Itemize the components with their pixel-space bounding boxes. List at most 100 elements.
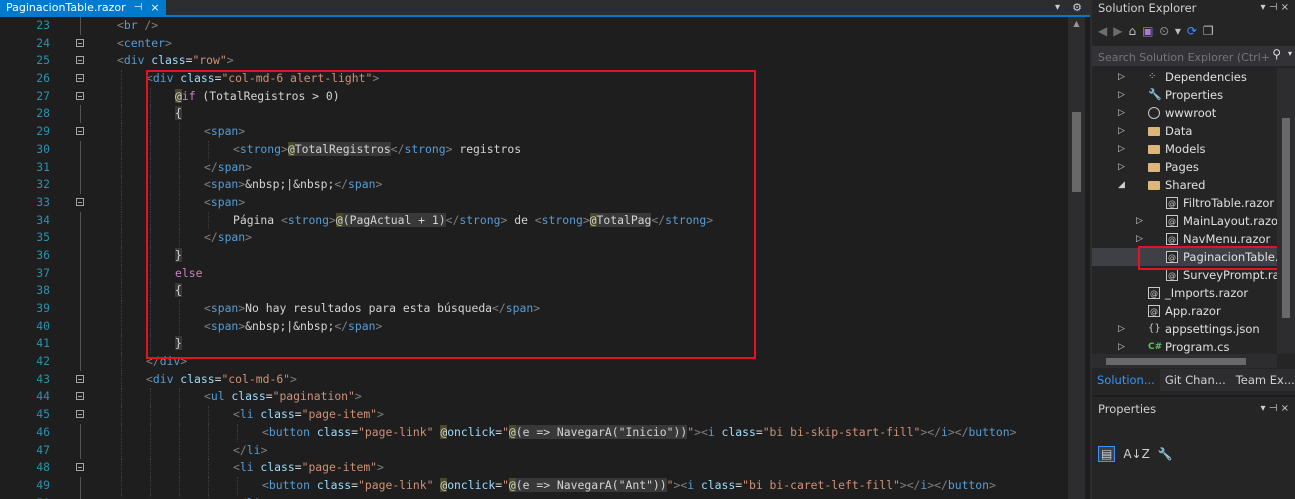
code-line[interactable]: 48 <li class="page-item">	[0, 459, 1090, 477]
collapse-icon[interactable]	[76, 410, 84, 419]
tree-vertical-scrollbar[interactable]	[1277, 68, 1295, 354]
panel-window-controls[interactable]: ▾ ⊣ ×	[1261, 397, 1289, 421]
tree-item[interactable]: ▷ Pages	[1092, 158, 1277, 176]
code-text[interactable]: <div class="col-md-6">	[146, 371, 297, 389]
gear-icon[interactable]: ⚙	[1072, 0, 1082, 15]
tab-team-ex[interactable]: Team Ex...	[1231, 369, 1295, 391]
tree-horizontal-scrollbar[interactable]	[1092, 354, 1277, 368]
solution-tree[interactable]: ▷ ⁘ Dependencies ▷ 🔧 Properties ▷ wwwroot ▷ Data ▷…	[1092, 68, 1277, 354]
code-line[interactable]: 46 <button class="page-link" @onclick="@(…	[0, 423, 1090, 442]
editor-tab-active[interactable]: PaginacionTable.razor ⊣ ×	[0, 0, 166, 15]
tree-item[interactable]: _Imports.razor	[1092, 284, 1277, 303]
collapsed-arrow-icon[interactable]: ▷	[1136, 212, 1143, 230]
collapsed-arrow-icon[interactable]: ▷	[1118, 140, 1125, 158]
collapsed-arrow-icon[interactable]: ▷	[1118, 158, 1125, 176]
home-icon[interactable]: ⌂	[1128, 24, 1136, 38]
tab-git-chan[interactable]: Git Chan...	[1160, 369, 1231, 391]
tree-item[interactable]: ▷ 🔧 Properties	[1092, 86, 1277, 104]
code-line[interactable]: 49 <button class="page-link" @onclick="@(…	[0, 476, 1090, 495]
collapsed-arrow-icon[interactable]: ▷	[1118, 122, 1125, 140]
collapse-icon[interactable]	[76, 197, 84, 206]
scrollbar-thumb[interactable]	[1282, 118, 1290, 318]
tree-item[interactable]: ▷ Models	[1092, 140, 1277, 158]
search-box[interactable]: ⚲ ▾	[1092, 46, 1295, 66]
code-token: div	[152, 371, 174, 386]
pending-changes-icon[interactable]: ⏲	[1159, 24, 1168, 39]
collapse-all-icon[interactable]: ❐	[1203, 24, 1214, 38]
code-token: />	[137, 18, 159, 32]
code-line[interactable]: 25 <div class="row">	[0, 52, 1090, 70]
scroll-up-icon[interactable]: ▲	[1068, 17, 1085, 31]
code-text[interactable]: <br />	[117, 17, 158, 35]
code-line[interactable]: 45 <li class="page-item">	[0, 406, 1090, 424]
line-number: 23	[36, 18, 50, 32]
collapsed-arrow-icon[interactable]: ▷	[1118, 68, 1125, 86]
code-line[interactable]: 43 <div class="col-md-6">	[0, 370, 1090, 389]
indent-guide	[121, 176, 123, 194]
code-text[interactable]: </li>	[233, 442, 267, 460]
search-input[interactable]	[1096, 48, 1272, 66]
code-line[interactable]: 24 <center>	[0, 35, 1090, 53]
tree-item-label: Data	[1165, 124, 1193, 138]
tree-item[interactable]: App.razor	[1092, 302, 1277, 321]
chevron-down-icon[interactable]: ▾	[1175, 24, 1181, 38]
tree-item[interactable]: ▷ wwwroot	[1092, 104, 1277, 122]
back-icon[interactable]: ◀	[1098, 24, 1107, 38]
tree-item[interactable]: ▷ MainLayout.razor	[1092, 212, 1277, 231]
editor-vertical-scrollbar[interactable]: ▲	[1068, 17, 1085, 499]
tree-item[interactable]: ▷ C# Program.cs	[1092, 338, 1277, 354]
refresh-icon[interactable]: ⟳	[1187, 24, 1197, 38]
scrollbar-thumb[interactable]	[1072, 112, 1081, 192]
search-icon[interactable]: ⚲	[1272, 47, 1281, 61]
pin-icon[interactable]: ⊣	[134, 0, 143, 15]
collapsed-arrow-icon[interactable]: ▷	[1118, 104, 1125, 122]
code-token: "page-item"	[301, 460, 378, 475]
collapse-icon[interactable]	[76, 74, 84, 83]
code-text[interactable]: <li class="page-item">	[233, 406, 384, 424]
panel-window-controls[interactable]: ▾ ⊣ ×	[1261, 0, 1289, 16]
collapse-icon[interactable]	[76, 91, 84, 100]
fold-guide	[80, 353, 81, 371]
code-text[interactable]: <center>	[117, 35, 172, 53]
tree-item[interactable]: FiltroTable.razor	[1092, 194, 1277, 213]
tab-title[interactable]: PaginacionTable.razor	[6, 0, 126, 15]
collapse-icon[interactable]	[76, 392, 84, 401]
alphabetical-icon[interactable]: A↓Z	[1123, 447, 1149, 461]
code-line[interactable]: 23 <br />	[0, 17, 1090, 35]
code-line[interactable]: 47 </li>	[0, 441, 1090, 460]
code-token: button	[268, 477, 311, 492]
tree-item[interactable]: ▷ ⁘ Dependencies	[1092, 68, 1277, 86]
categorized-icon[interactable]: ▤	[1098, 446, 1116, 462]
expanded-arrow-icon[interactable]: ◢	[1118, 176, 1125, 194]
indent-guide	[121, 459, 123, 477]
code-text[interactable]: <li class="page-item">	[233, 459, 384, 477]
collapse-icon[interactable]	[76, 127, 84, 136]
tree-item[interactable]: ▷ Data	[1092, 122, 1277, 140]
collapse-icon[interactable]	[76, 38, 84, 47]
collapse-icon[interactable]	[76, 56, 84, 65]
collapse-icon[interactable]	[76, 463, 84, 472]
collapse-icon[interactable]	[76, 374, 84, 383]
code-text[interactable]: <div class="row">	[117, 52, 234, 70]
switch-views-icon[interactable]: ▣	[1142, 24, 1153, 38]
forward-icon[interactable]: ▶	[1113, 24, 1122, 38]
chevron-down-icon[interactable]: ▾	[1288, 49, 1292, 58]
code-text[interactable]: <button class="page-link" @onclick="@(e …	[262, 424, 1016, 442]
wrench-icon[interactable]: 🔧	[1158, 447, 1173, 461]
collapsed-arrow-icon[interactable]: ▷	[1118, 86, 1125, 104]
close-icon[interactable]: ×	[150, 0, 159, 15]
code-text[interactable]: </li>	[233, 495, 267, 499]
code-text[interactable]: <button class="page-link" @onclick="@(e …	[262, 477, 996, 495]
tab-list-dropdown-icon[interactable]: ▾	[1055, 0, 1060, 15]
code-line[interactable]: 50 </li>	[0, 494, 1090, 499]
collapsed-arrow-icon[interactable]: ▷	[1118, 320, 1125, 338]
code-text[interactable]: <ul class="pagination">	[204, 388, 362, 406]
tree-item[interactable]: ◢ Shared	[1092, 176, 1277, 194]
code-editor[interactable]: PaginacionTable.razor ⊣ × ▾ ⚙ 23 <br /> 24…	[0, 0, 1090, 499]
tab-solution[interactable]: Solution...	[1092, 369, 1160, 391]
scrollbar-thumb[interactable]	[1106, 358, 1246, 365]
collapsed-arrow-icon[interactable]: ▷	[1118, 338, 1125, 354]
code-token: ><	[694, 424, 708, 439]
code-line[interactable]: 44 <ul class="pagination">	[0, 388, 1090, 407]
tree-item[interactable]: ▷ {} appsettings.json	[1092, 320, 1277, 338]
